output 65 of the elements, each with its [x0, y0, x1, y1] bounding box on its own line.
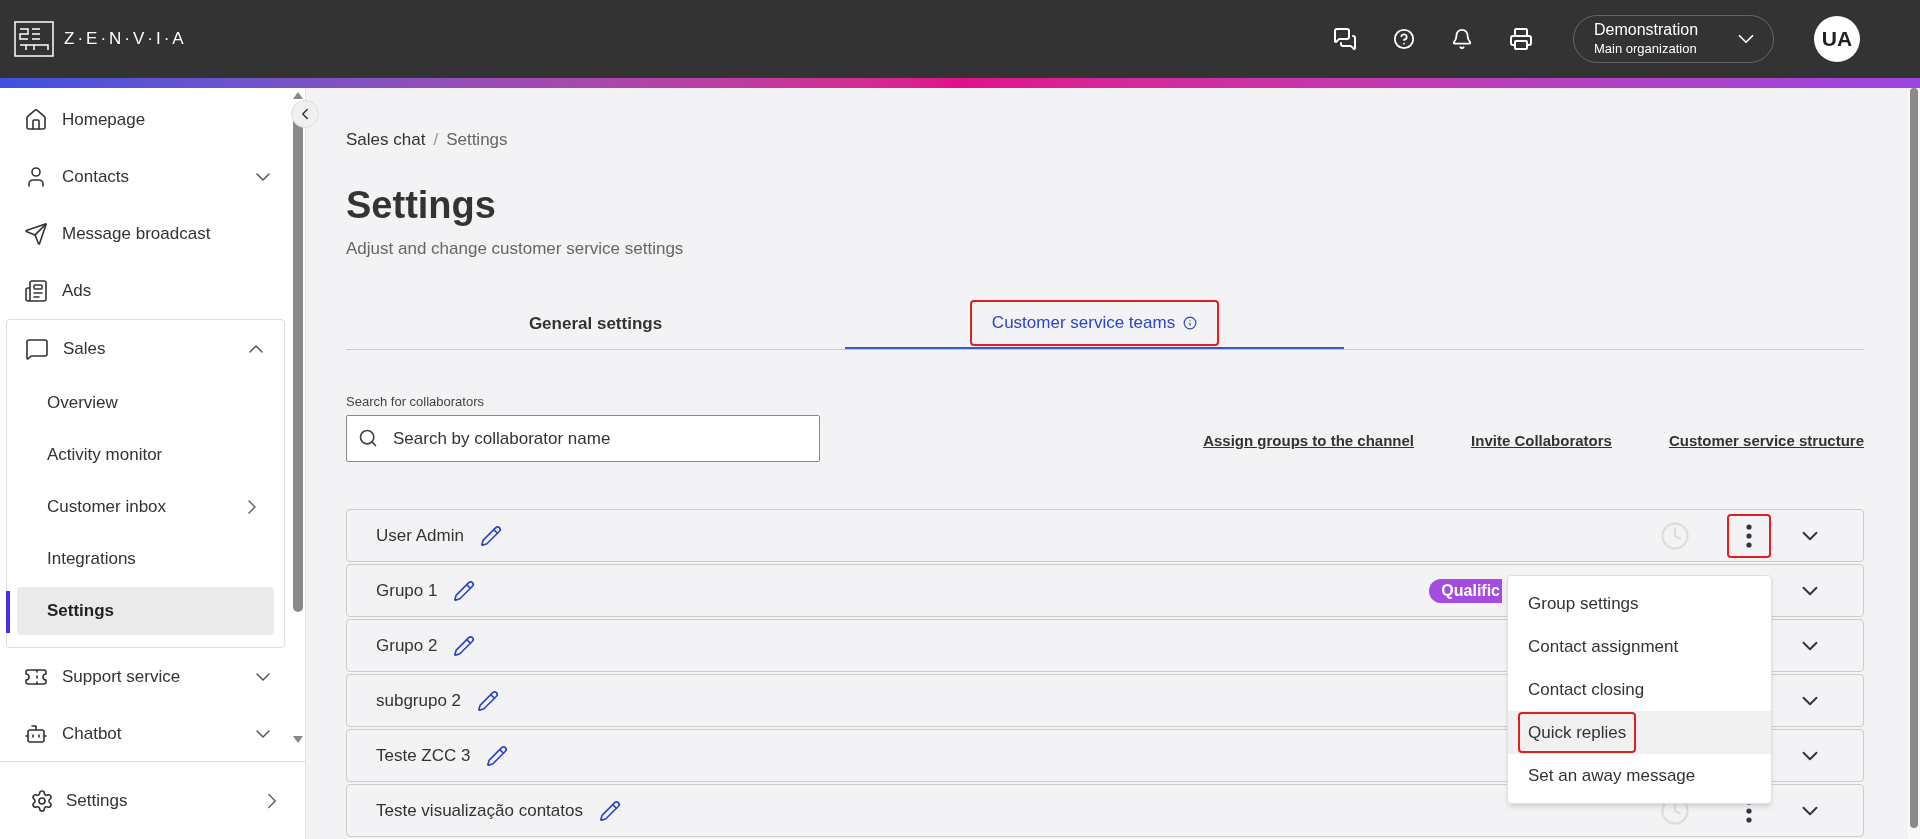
action-link[interactable]: Invite Collaborators: [1471, 429, 1612, 452]
document-icon: [24, 278, 48, 303]
group-row[interactable]: Teste visualização contatos: [346, 784, 1864, 837]
sidebar-subitem[interactable]: Integrations: [17, 535, 274, 583]
sidebar-item[interactable]: Contacts: [62, 163, 237, 190]
sidebar-subitem[interactable]: Settings: [17, 587, 274, 635]
group-name: Teste visualização contatos: [376, 799, 583, 822]
sidebar-subitem[interactable]: Customer inbox: [17, 483, 274, 531]
action-link[interactable]: Assign groups to the channel: [1203, 429, 1415, 452]
organization-subtitle: Main organization: [1594, 40, 1697, 58]
sidebar-item[interactable]: Message broadcast: [62, 220, 275, 247]
group-name: subgrupo 2: [376, 689, 462, 712]
chat-bubble-icon: [25, 336, 49, 361]
group-name: Grupo 1: [376, 579, 438, 602]
more-options-button[interactable]: [1727, 513, 1771, 558]
group-row[interactable]: User Admin: [346, 509, 1864, 562]
collapse-sidebar-button[interactable]: [291, 100, 319, 128]
edit-pencil-icon[interactable]: [479, 524, 502, 547]
edit-pencil-icon[interactable]: [477, 689, 500, 712]
edit-pencil-icon[interactable]: [486, 744, 509, 767]
organization-name: Demonstration: [1594, 20, 1699, 40]
sidebar-item[interactable]: Homepage: [62, 106, 275, 133]
edit-pencil-icon[interactable]: [453, 634, 476, 657]
sidebar-item[interactable]: Ads: [62, 277, 275, 304]
page-subtitle: Adjust and change customer service settings: [346, 238, 685, 260]
logo-text: Z·E·N·V·I·A: [64, 28, 187, 51]
group-name: Teste ZCC 3: [376, 744, 471, 767]
settings-icon: [30, 788, 54, 813]
menu-item[interactable]: Contact assignment: [1518, 625, 1689, 668]
group-name: User Admin: [376, 524, 464, 547]
breadcrumb-link[interactable]: Sales chat: [346, 127, 426, 153]
house-icon: [24, 107, 48, 132]
breadcrumb-separator: /: [433, 129, 439, 152]
chat-bubbles-icon[interactable]: [1333, 27, 1357, 51]
printer-icon[interactable]: [1509, 27, 1533, 51]
info-icon: [1183, 316, 1198, 330]
page-scrollbar-thumb[interactable]: [1909, 88, 1918, 828]
breadcrumb-current: Settings: [446, 129, 508, 152]
edit-pencil-icon[interactable]: [453, 579, 476, 602]
tab[interactable]: Customer service teams: [969, 300, 1220, 346]
vertical-dots-icon: [1746, 523, 1752, 548]
page-title: Settings: [346, 183, 497, 228]
group-name: Grupo 2: [376, 634, 438, 657]
help-icon[interactable]: [1393, 28, 1415, 50]
sidebar-item[interactable]: Chatbot: [62, 720, 237, 747]
tab[interactable]: General settings: [508, 301, 683, 347]
sidebar-footer-item[interactable]: Settings: [66, 787, 247, 814]
clock-icon: [1660, 520, 1690, 551]
action-link[interactable]: Customer service structure: [1668, 429, 1864, 452]
sidebar-item[interactable]: Sales: [63, 335, 230, 362]
sidebar-subitem[interactable]: Overview: [17, 379, 274, 427]
search-field[interactable]: Search by collaborator name: [346, 415, 820, 462]
tag: Qualific: [1429, 578, 1502, 603]
selected-indicator: [6, 591, 10, 633]
edit-pencil-icon[interactable]: [598, 799, 621, 822]
bell-icon[interactable]: [1451, 28, 1473, 50]
scroll-down-icon[interactable]: [293, 736, 303, 743]
search-label: Search for collaborators: [346, 392, 485, 411]
sidebar-item[interactable]: Support service: [62, 663, 237, 690]
logo-icon: [14, 21, 54, 57]
avatar[interactable]: UA: [1814, 16, 1860, 62]
sidebar-subitem[interactable]: Activity monitor: [17, 431, 274, 479]
search-icon: [358, 428, 378, 448]
menu-item[interactable]: Quick replies: [1518, 711, 1637, 754]
paper-plane-icon: [24, 221, 48, 246]
